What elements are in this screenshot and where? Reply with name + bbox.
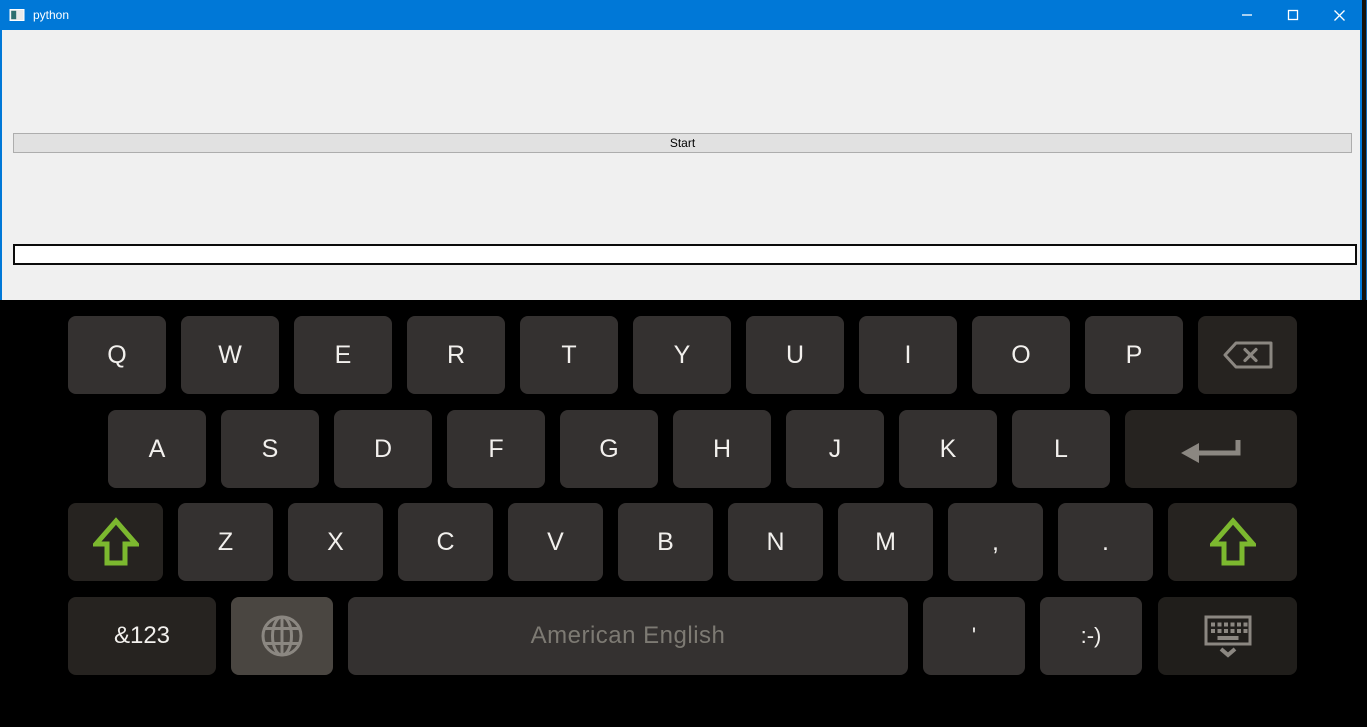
key-b[interactable]: B <box>618 503 713 581</box>
key-space[interactable]: American English <box>348 597 908 675</box>
key-v[interactable]: V <box>508 503 603 581</box>
key-i[interactable]: I <box>859 316 957 394</box>
minimize-button[interactable] <box>1224 0 1270 30</box>
key-y[interactable]: Y <box>633 316 731 394</box>
key-a[interactable]: A <box>108 410 206 488</box>
key-j[interactable]: J <box>786 410 884 488</box>
key-e[interactable]: E <box>294 316 392 394</box>
start-button[interactable]: Start <box>13 133 1352 153</box>
key-o[interactable]: O <box>972 316 1070 394</box>
touch-keyboard: Q W E R T Y U I O P A S D F G H J K L <box>0 300 1367 727</box>
key-l[interactable]: L <box>1012 410 1110 488</box>
keyboard-row-4: &123 American English ' :-) <box>0 597 1367 675</box>
key-c[interactable]: C <box>398 503 493 581</box>
window-controls <box>1224 0 1362 30</box>
key-r[interactable]: R <box>407 316 505 394</box>
close-button[interactable] <box>1316 0 1362 30</box>
key-s[interactable]: S <box>221 410 319 488</box>
enter-icon <box>1178 432 1244 466</box>
close-icon <box>1333 9 1346 22</box>
key-shift-left[interactable] <box>68 503 163 581</box>
key-w[interactable]: W <box>181 316 279 394</box>
key-dismiss-keyboard[interactable] <box>1158 597 1297 675</box>
keyboard-dismiss-icon <box>1203 615 1253 658</box>
key-comma[interactable]: , <box>948 503 1043 581</box>
window-title: python <box>33 8 69 22</box>
key-f[interactable]: F <box>447 410 545 488</box>
titlebar[interactable]: python <box>0 0 1362 30</box>
key-x[interactable]: X <box>288 503 383 581</box>
key-g[interactable]: G <box>560 410 658 488</box>
window-content: Start <box>0 30 1362 300</box>
key-emoticon[interactable]: :-) <box>1040 597 1142 675</box>
key-h[interactable]: H <box>673 410 771 488</box>
app-window: python Start <box>0 0 1362 300</box>
shift-icon <box>93 517 139 567</box>
maximize-icon <box>1287 9 1299 21</box>
key-language[interactable] <box>231 597 333 675</box>
screen: { "titlebar": { "title": "python", "icon… <box>0 0 1367 727</box>
key-p[interactable]: P <box>1085 316 1183 394</box>
key-period[interactable]: . <box>1058 503 1153 581</box>
text-entry[interactable] <box>13 244 1357 265</box>
shift-icon <box>1210 517 1256 567</box>
key-q[interactable]: Q <box>68 316 166 394</box>
maximize-button[interactable] <box>1270 0 1316 30</box>
key-d[interactable]: D <box>334 410 432 488</box>
keyboard-row-1: Q W E R T Y U I O P <box>0 316 1367 394</box>
key-enter[interactable] <box>1125 410 1297 488</box>
globe-icon <box>259 613 305 659</box>
key-t[interactable]: T <box>520 316 618 394</box>
key-symbols[interactable]: &123 <box>68 597 216 675</box>
key-backspace[interactable] <box>1198 316 1297 394</box>
key-k[interactable]: K <box>899 410 997 488</box>
tk-app-icon <box>9 7 25 23</box>
key-u[interactable]: U <box>746 316 844 394</box>
key-shift-right[interactable] <box>1168 503 1297 581</box>
key-z[interactable]: Z <box>178 503 273 581</box>
key-apostrophe[interactable]: ' <box>923 597 1025 675</box>
minimize-icon <box>1241 9 1253 21</box>
keyboard-row-3: Z X C V B N M , . <box>0 503 1367 581</box>
key-n[interactable]: N <box>728 503 823 581</box>
backspace-icon <box>1222 340 1274 370</box>
keyboard-row-2: A S D F G H J K L <box>0 410 1367 488</box>
key-m[interactable]: M <box>838 503 933 581</box>
